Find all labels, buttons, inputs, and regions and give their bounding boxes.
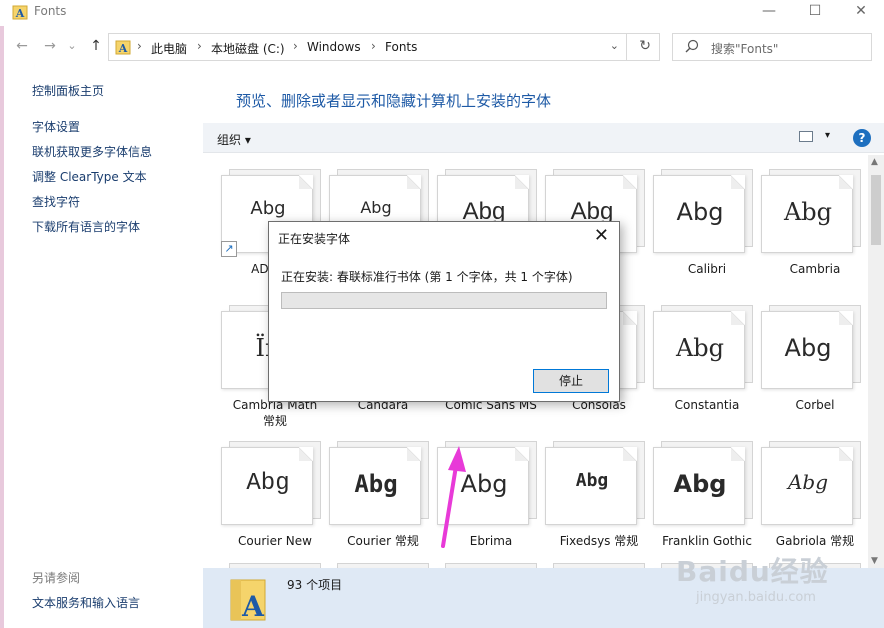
breadcrumb-separator: › bbox=[197, 39, 202, 53]
search-icon bbox=[685, 39, 699, 53]
font-name-label: Courier 常规 bbox=[347, 534, 419, 548]
svg-text:A: A bbox=[15, 7, 25, 20]
up-button[interactable]: ↑ bbox=[86, 36, 106, 56]
font-sample-text: Abg bbox=[246, 470, 290, 497]
baidu-watermark: Baidu经验 jingyan.baidu.com bbox=[676, 550, 866, 612]
installing-fonts-dialog: 正在安装字体 ✕ 正在安装: 春联标准行书体 (第 1 个字体，共 1 个字体)… bbox=[268, 221, 620, 402]
watermark-brand: Baidu经验 bbox=[676, 555, 829, 588]
scroll-down-icon[interactable]: ▼ bbox=[871, 556, 878, 566]
font-sample-text: Abg bbox=[676, 198, 724, 226]
font-sample-text: Abg bbox=[354, 470, 398, 498]
breadcrumb-windows[interactable]: Windows bbox=[307, 40, 361, 54]
maximize-button[interactable]: ☐ bbox=[792, 0, 838, 24]
download-all-fonts-link[interactable]: 下载所有语言的字体 bbox=[32, 218, 140, 235]
forward-button[interactable]: → bbox=[40, 36, 60, 56]
window-frame-edge bbox=[0, 0, 4, 628]
svg-text:A: A bbox=[118, 42, 128, 55]
font-name-label: Cambria bbox=[789, 262, 841, 276]
watermark-url: jingyan.baidu.com bbox=[696, 590, 816, 605]
refresh-button[interactable]: ↻ bbox=[639, 38, 651, 54]
install-status-message: 正在安装: 春联标准行书体 (第 1 个字体，共 1 个字体) bbox=[281, 270, 573, 284]
fonts-folder-icon: A bbox=[115, 40, 131, 55]
control-panel-home-link[interactable]: 控制面板主页 bbox=[32, 82, 104, 99]
dialog-close-button[interactable]: ✕ bbox=[594, 225, 609, 246]
fonts-folder-icon: A bbox=[12, 5, 28, 20]
fonts-folder-large-icon: A bbox=[230, 579, 266, 622]
font-page-icon: Abg bbox=[653, 311, 745, 389]
close-button[interactable]: ✕ bbox=[838, 0, 884, 24]
font-page-icon: Abg bbox=[653, 175, 745, 253]
font-name-label: Calibri bbox=[687, 262, 727, 276]
navigation-bar: ← → ⌄ ↑ A › 此电脑 › 本地磁盘 (C:) › Windows › … bbox=[0, 30, 884, 64]
organize-menu-button[interactable]: 组织 ▾ bbox=[217, 131, 251, 148]
search-input[interactable]: 搜索"Fonts" bbox=[672, 33, 872, 61]
scroll-thumb[interactable] bbox=[871, 175, 881, 245]
breadcrumb-local-disk[interactable]: 本地磁盘 (C:) bbox=[211, 40, 285, 57]
breadcrumb-this-pc[interactable]: 此电脑 bbox=[151, 40, 187, 57]
shortcut-arrow-icon: ↗ bbox=[221, 241, 237, 257]
font-page-icon: Abg bbox=[761, 175, 853, 253]
recent-locations-button[interactable]: ⌄ bbox=[62, 36, 82, 56]
breadcrumb-fonts[interactable]: Fonts bbox=[385, 40, 417, 54]
font-page-icon: Abg bbox=[761, 311, 853, 389]
font-sample-text: Abg bbox=[784, 334, 832, 362]
font-page-icon: Abg bbox=[653, 447, 745, 525]
help-icon[interactable]: ? bbox=[853, 129, 871, 147]
font-sample-text: Abg bbox=[360, 198, 392, 217]
title-bar: A Fonts — ☐ ✕ bbox=[0, 0, 884, 26]
font-sample-text: Abg bbox=[250, 198, 286, 219]
stop-button[interactable]: 停止 bbox=[533, 369, 609, 393]
address-dropdown-icon[interactable]: ⌄ bbox=[610, 39, 619, 52]
find-character-link[interactable]: 查找字符 bbox=[32, 193, 80, 210]
window-title: Fonts bbox=[34, 4, 67, 18]
svg-text:A: A bbox=[241, 590, 265, 622]
font-sample-text: Abg bbox=[673, 470, 727, 498]
item-count: 93 个项目 bbox=[287, 578, 343, 592]
address-divider bbox=[626, 34, 627, 60]
font-name-label: Constantia bbox=[674, 398, 740, 412]
dialog-title: 正在安装字体 bbox=[278, 232, 351, 246]
font-name-label: Gabriola 常规 bbox=[775, 534, 855, 548]
back-button[interactable]: ← bbox=[12, 36, 32, 56]
breadcrumb-separator: › bbox=[137, 39, 142, 53]
breadcrumb-separator: › bbox=[371, 39, 376, 53]
font-name-label: Franklin Gothic bbox=[662, 534, 752, 548]
minimize-button[interactable]: — bbox=[746, 0, 792, 24]
font-sample-text: Abg bbox=[787, 470, 829, 494]
font-page-icon: Abg bbox=[761, 447, 853, 525]
font-page-icon: Abg bbox=[545, 447, 637, 525]
font-sample-text: Abg bbox=[783, 198, 833, 226]
font-page-icon: Abg bbox=[221, 447, 313, 525]
font-settings-link[interactable]: 字体设置 bbox=[32, 118, 80, 135]
adjust-cleartype-link[interactable]: 调整 ClearType 文本 bbox=[32, 168, 147, 185]
font-sample-text: Abg bbox=[460, 470, 508, 498]
scroll-up-icon[interactable]: ▲ bbox=[871, 157, 878, 167]
font-name-label: Fixedsys 常规 bbox=[559, 534, 639, 548]
font-page-icon: Abg bbox=[329, 447, 421, 525]
font-name-label: Corbel bbox=[795, 398, 835, 412]
search-placeholder: 搜索"Fonts" bbox=[711, 42, 779, 56]
font-page-icon: Abg bbox=[437, 447, 529, 525]
font-name-label: Ebrima bbox=[469, 534, 513, 548]
font-name-label: Courier New bbox=[238, 534, 312, 548]
address-bar[interactable]: A › 此电脑 › 本地磁盘 (C:) › Windows › Fonts ⌄ … bbox=[108, 33, 660, 61]
install-progress-bar bbox=[281, 292, 607, 309]
view-dropdown-icon[interactable]: ▾ bbox=[825, 130, 830, 141]
view-options-icon[interactable] bbox=[799, 131, 813, 142]
command-toolbar: 组织 ▾ ▾ ? bbox=[203, 123, 884, 153]
get-more-font-info-link[interactable]: 联机获取更多字体信息 bbox=[32, 143, 152, 160]
see-also-label: 另请参阅 bbox=[32, 571, 81, 585]
font-sample-text: Abg bbox=[675, 334, 725, 362]
page-heading: 预览、删除或者显示和隐藏计算机上安装的字体 bbox=[236, 92, 552, 110]
text-services-link[interactable]: 文本服务和输入语言 bbox=[32, 594, 140, 611]
breadcrumb-separator: › bbox=[293, 39, 298, 53]
font-sample-text: Abg bbox=[575, 470, 609, 491]
vertical-scrollbar[interactable]: ▲ ▼ bbox=[868, 155, 884, 568]
